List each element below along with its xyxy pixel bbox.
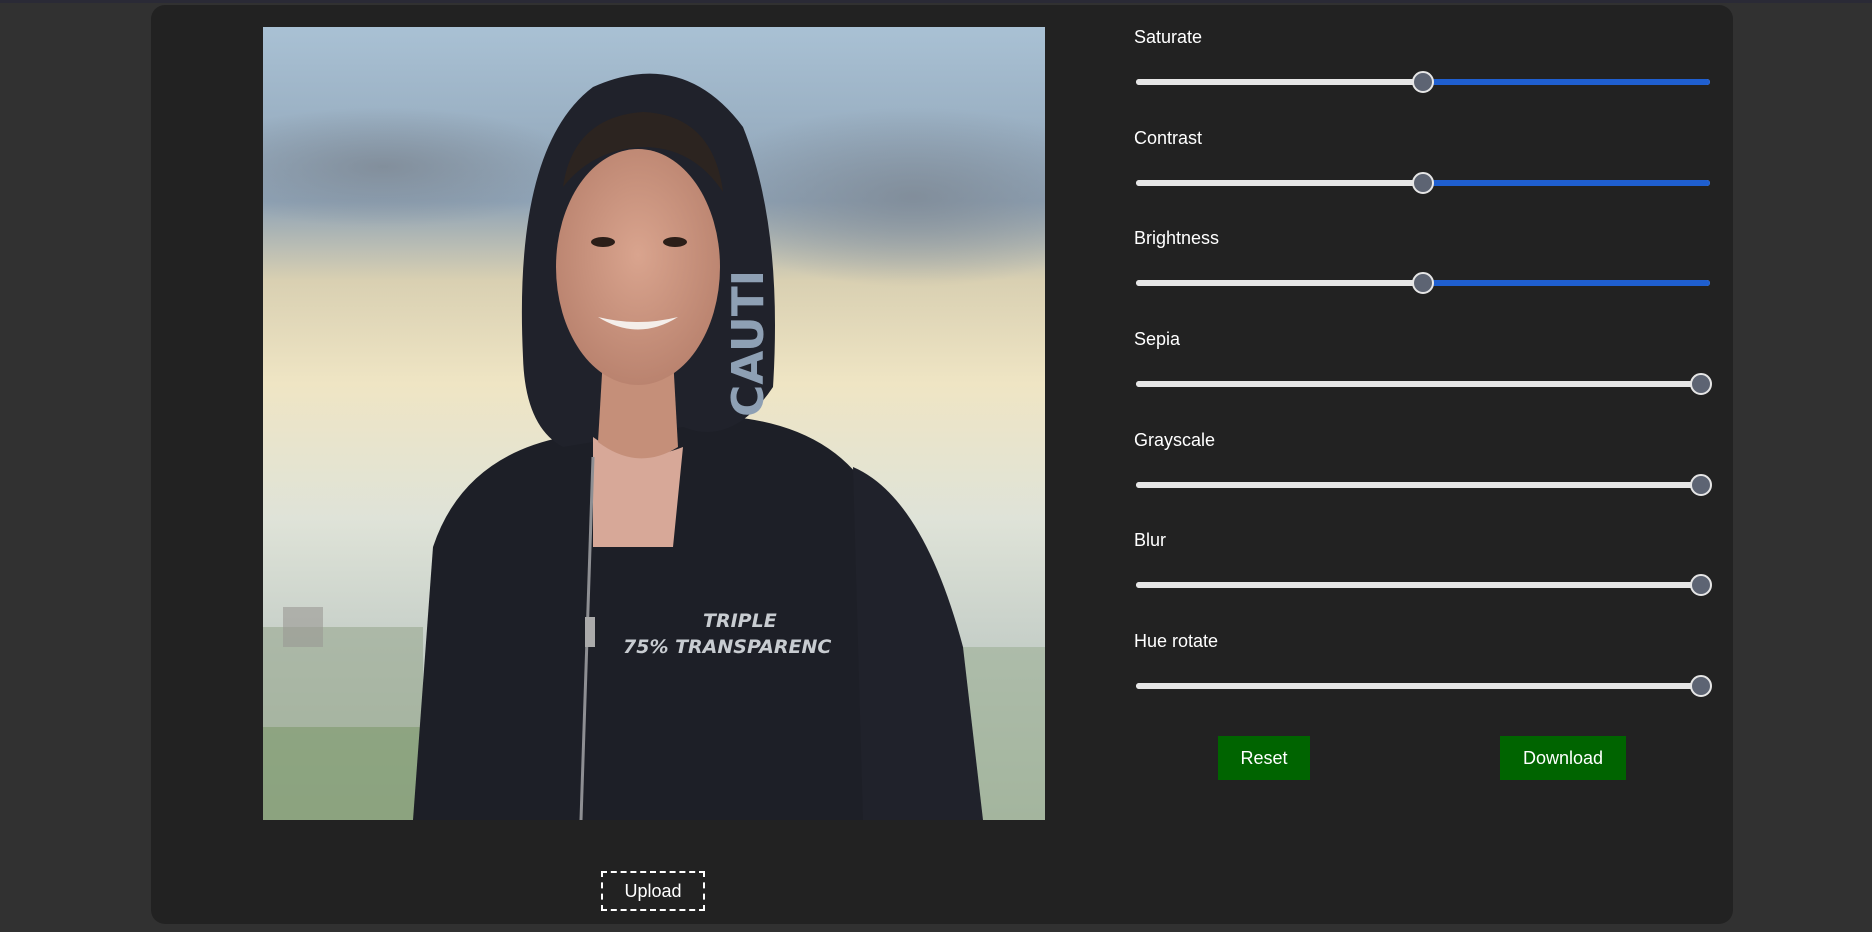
control-grayscale: Grayscale	[1134, 430, 1714, 510]
slider-thumb[interactable]	[1412, 71, 1434, 93]
slider-track-left	[1136, 180, 1423, 186]
slider-track-right	[1423, 79, 1710, 85]
brightness-slider[interactable]	[1136, 272, 1710, 294]
slider-track-left	[1136, 683, 1710, 689]
slider-thumb[interactable]	[1690, 474, 1712, 496]
control-brightness: Brightness	[1134, 228, 1714, 308]
slider-track-right	[1423, 180, 1710, 186]
reset-button[interactable]: Reset	[1218, 736, 1310, 780]
sepia-slider[interactable]	[1136, 373, 1712, 395]
window-top-border	[0, 0, 1872, 3]
blur-label: Blur	[1134, 530, 1167, 550]
contrast-label: Contrast	[1134, 128, 1203, 148]
hood-print-text: CAUTI	[723, 270, 774, 417]
hoodie-print-line2: 75% TRANSPARENC	[623, 636, 831, 658]
preview-image: CAUTI TRIPLE 75% TRANSPARENC	[263, 27, 1045, 820]
hue-rotate-label: Hue rotate	[1134, 631, 1219, 651]
sepia-label: Sepia	[1134, 329, 1181, 349]
control-saturate: Saturate	[1134, 27, 1714, 107]
control-sepia: Sepia	[1134, 329, 1714, 409]
slider-track-left	[1136, 280, 1423, 286]
slider-thumb[interactable]	[1690, 373, 1712, 395]
editor-panel: CAUTI TRIPLE 75% TRANSPARENC Upload Satu…	[151, 5, 1733, 924]
saturate-label: Saturate	[1134, 27, 1203, 47]
slider-thumb[interactable]	[1690, 675, 1712, 697]
slider-track-left	[1136, 582, 1710, 588]
saturate-slider[interactable]	[1136, 71, 1710, 93]
slider-track-left	[1136, 482, 1710, 488]
control-blur: Blur	[1134, 530, 1714, 610]
grayscale-label: Grayscale	[1134, 430, 1216, 450]
upload-button[interactable]: Upload	[601, 871, 705, 911]
download-button[interactable]: Download	[1500, 736, 1626, 780]
slider-thumb[interactable]	[1412, 172, 1434, 194]
hue-rotate-slider[interactable]	[1136, 675, 1712, 697]
slider-track-left	[1136, 79, 1423, 85]
brightness-label: Brightness	[1134, 228, 1220, 248]
blur-slider[interactable]	[1136, 574, 1712, 596]
control-contrast: Contrast	[1134, 128, 1714, 208]
contrast-slider[interactable]	[1136, 172, 1710, 194]
slider-thumb[interactable]	[1412, 272, 1434, 294]
hoodie-print-line1: TRIPLE	[703, 610, 777, 632]
slider-thumb[interactable]	[1690, 574, 1712, 596]
grayscale-slider[interactable]	[1136, 474, 1712, 496]
slider-track-left	[1136, 381, 1710, 387]
slider-track-right	[1423, 280, 1710, 286]
control-hue-rotate: Hue rotate	[1134, 631, 1714, 711]
